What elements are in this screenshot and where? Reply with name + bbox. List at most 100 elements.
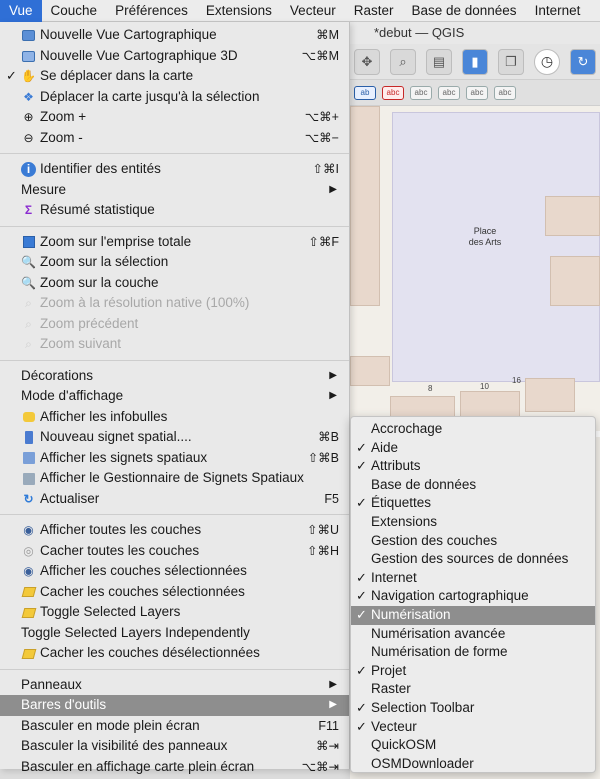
- bookmark-show-icon[interactable]: ▮: [462, 48, 488, 75]
- submenu-item-advanced-digitizing[interactable]: Numérisation avancée: [351, 625, 595, 644]
- menu-item-label: Basculer la visibilité des panneaux: [21, 738, 228, 753]
- menu-item-hide-deselected-layers[interactable]: Cacher les couches désélectionnées: [0, 643, 349, 664]
- submenu-item-labels[interactable]: ✓ Étiquettes: [351, 494, 595, 513]
- menu-item-toggle-panels[interactable]: Basculer la visibilité des panneaux ⌘⇥: [0, 736, 349, 757]
- menu-item-zoom-full[interactable]: Zoom sur l'emprise totale ⇧⌘F: [0, 232, 349, 253]
- bookmark-new-icon[interactable]: ▤: [426, 48, 452, 75]
- check-icon: ✓: [356, 458, 367, 474]
- menu-item-zoom-out[interactable]: ⊖ Zoom - ⌥⌘−: [0, 128, 349, 149]
- menu-preferences[interactable]: Préférences: [106, 0, 197, 22]
- menu-item-toggle-selected-layers[interactable]: Toggle Selected Layers: [0, 602, 349, 623]
- submenu-item-label: Numérisation: [371, 606, 451, 622]
- submenu-item-digitizing[interactable]: ✓ Numérisation: [351, 605, 595, 625]
- menu-item-label: Cacher les couches désélectionnées: [40, 645, 260, 660]
- menu-item-map-fullscreen[interactable]: Basculer en affichage carte plein écran …: [0, 757, 349, 778]
- zoom-tool-icon[interactable]: ⌕: [390, 48, 416, 75]
- label-tool-icon[interactable]: ab: [354, 85, 376, 100]
- submenu-item-data-sources[interactable]: Gestion des sources de données: [351, 550, 595, 569]
- layer-deselected-icon: [21, 646, 36, 661]
- submenu-item-layer-management[interactable]: Gestion des couches: [351, 532, 595, 551]
- menu-item-statistical-summary[interactable]: Σ Résumé statistique: [0, 200, 349, 221]
- menu-item-label: Identifier des entités: [40, 161, 161, 176]
- menu-item-fullscreen[interactable]: Basculer en mode plein écran F11: [0, 716, 349, 737]
- bookmark-manager-icon[interactable]: ❐: [498, 48, 524, 75]
- menu-item-show-tooltips[interactable]: Afficher les infobulles: [0, 407, 349, 428]
- submenu-item-raster[interactable]: Raster: [351, 680, 595, 699]
- menu-item-refresh[interactable]: ↻ Actualiser F5: [0, 489, 349, 510]
- menu-item-pan-to-selection[interactable]: ❖ Déplacer la carte jusqu'à la sélection: [0, 87, 349, 108]
- menu-item-zoom-in[interactable]: ⊕ Zoom + ⌥⌘+: [0, 107, 349, 128]
- pan-tool-icon[interactable]: ✥: [354, 48, 380, 75]
- layer-toggle-icon: [21, 605, 36, 620]
- menu-item-panels[interactable]: Panneaux ▶: [0, 675, 349, 696]
- menu-item-display-mode[interactable]: Mode d'affichage ▶: [0, 386, 349, 407]
- menu-item-show-bookmarks[interactable]: Afficher les signets spatiaux ⇧⌘B: [0, 448, 349, 469]
- submenu-item-quickosm[interactable]: QuickOSM: [351, 736, 595, 755]
- menu-item-toggle-layers-independently[interactable]: Toggle Selected Layers Independently: [0, 623, 349, 644]
- menu-vue[interactable]: Vue: [0, 0, 42, 22]
- menu-item-identify[interactable]: i Identifier des entités ⇧⌘I: [0, 159, 349, 180]
- menu-item-show-all-layers[interactable]: ◉ Afficher toutes les couches ⇧⌘U: [0, 520, 349, 541]
- menu-item-shortcut: ⇧⌘H: [306, 543, 339, 558]
- toolbars-submenu: Accrochage ✓ Aide ✓ Attributs Base de donn…: [350, 416, 596, 773]
- menu-item-zoom-selection[interactable]: 🔍 Zoom sur la sélection: [0, 252, 349, 273]
- menu-vecteur[interactable]: Vecteur: [281, 0, 345, 22]
- menu-couche[interactable]: Couche: [42, 0, 107, 22]
- menu-item-zoom-next[interactable]: ⌕ Zoom suivant: [0, 334, 349, 355]
- menu-internet[interactable]: Internet: [526, 0, 590, 22]
- label-rotate-icon[interactable]: abc: [494, 85, 516, 100]
- submenu-item-label: Accrochage: [371, 421, 443, 436]
- submenu-item-label: Extensions: [371, 513, 438, 529]
- menu-item-measure[interactable]: Mesure ▶: [0, 180, 349, 201]
- submenu-item-selection-toolbar[interactable]: ✓ Selection Toolbar: [351, 699, 595, 718]
- submenu-item-label: OSMDownloader: [371, 755, 474, 771]
- menu-item-show-selected-layers[interactable]: ◉ Afficher les couches sélectionnées: [0, 561, 349, 582]
- submenu-item-label: Numérisation avancée: [371, 625, 506, 641]
- menu-item-decorations[interactable]: Décorations ▶: [0, 366, 349, 387]
- menu-item-zoom-native[interactable]: ⌕ Zoom à la résolution native (100%): [0, 293, 349, 314]
- menu-item-shortcut: ⌥⌘+: [304, 110, 339, 124]
- submenu-item-database[interactable]: Base de données: [351, 476, 595, 495]
- menu-separator: [0, 514, 349, 515]
- menu-item-label: Mesure: [21, 181, 67, 197]
- label-highlight-icon[interactable]: abc: [382, 85, 404, 100]
- submenu-item-shape-digitizing[interactable]: Numérisation de forme: [351, 643, 595, 662]
- menu-item-new-map-view[interactable]: Nouvelle Vue Cartographique ⌘M: [0, 25, 349, 46]
- menu-item-zoom-layer[interactable]: 🔍 Zoom sur la couche: [0, 273, 349, 294]
- menu-item-label: Déplacer la carte jusqu'à la sélection: [40, 88, 260, 104]
- menu-item-shortcut: F5: [324, 491, 339, 506]
- menu-base-de-donnees[interactable]: Base de données: [402, 0, 525, 22]
- menu-item-hide-selected-layers[interactable]: Cacher les couches sélectionnées: [0, 582, 349, 603]
- label-toolbar: ab abc abc abc abc abc: [350, 80, 600, 106]
- menu-item-zoom-previous[interactable]: ⌕ Zoom précédent: [0, 314, 349, 335]
- menu-item-new-bookmark[interactable]: Nouveau signet spatial.... ⌘B: [0, 427, 349, 448]
- menu-extensions[interactable]: Extensions: [197, 0, 281, 22]
- submenu-item-map-navigation[interactable]: ✓ Navigation cartographique: [351, 587, 595, 606]
- submenu-item-project[interactable]: ✓ Projet: [351, 662, 595, 681]
- refresh-icon[interactable]: ↻: [570, 48, 596, 75]
- submenu-item-help[interactable]: ✓ Aide: [351, 439, 595, 458]
- main-toolbar: ✥ ⌕ ▤ ▮ ❐ ◷ ↻: [350, 44, 600, 80]
- menu-item-pan-map[interactable]: ✓ ✋ Se déplacer dans la carte: [0, 66, 349, 87]
- submenu-item-attributes[interactable]: ✓ Attributs: [351, 457, 595, 476]
- label-move-icon[interactable]: abc: [466, 85, 488, 100]
- submenu-item-snapping[interactable]: Accrochage: [351, 420, 595, 439]
- menu-raster[interactable]: Raster: [345, 0, 403, 22]
- menu-item-hide-all-layers[interactable]: ◎ Cacher toutes les couches ⇧⌘H: [0, 541, 349, 562]
- menu-item-label: Décorations: [21, 367, 94, 383]
- label-pin-icon[interactable]: abc: [410, 85, 432, 100]
- menu-item-new-3d-map-view[interactable]: Nouvelle Vue Cartographique 3D ⌥⌘M: [0, 46, 349, 67]
- submenu-item-extensions[interactable]: Extensions: [351, 513, 595, 532]
- menu-item-label: Zoom sur la sélection: [40, 254, 169, 269]
- submenu-item-vector[interactable]: ✓ Vecteur: [351, 718, 595, 737]
- menu-item-shortcut: ⌘M: [316, 28, 339, 42]
- clock-icon[interactable]: ◷: [534, 48, 560, 75]
- submenu-item-internet[interactable]: ✓ Internet: [351, 569, 595, 588]
- menu-item-toolbars[interactable]: Barres d'outils ▶: [0, 695, 349, 716]
- menu-item-shortcut: ⇧⌘F: [308, 234, 339, 249]
- submenu-item-osmdownloader[interactable]: OSMDownloader: [351, 755, 595, 774]
- label-show-icon[interactable]: abc: [438, 85, 460, 100]
- submenu-item-label: Internet: [371, 569, 417, 585]
- menu-item-bookmark-manager[interactable]: Afficher le Gestionnaire de Signets Spat…: [0, 468, 349, 489]
- map-place-label-line2: des Arts: [468, 237, 502, 247]
